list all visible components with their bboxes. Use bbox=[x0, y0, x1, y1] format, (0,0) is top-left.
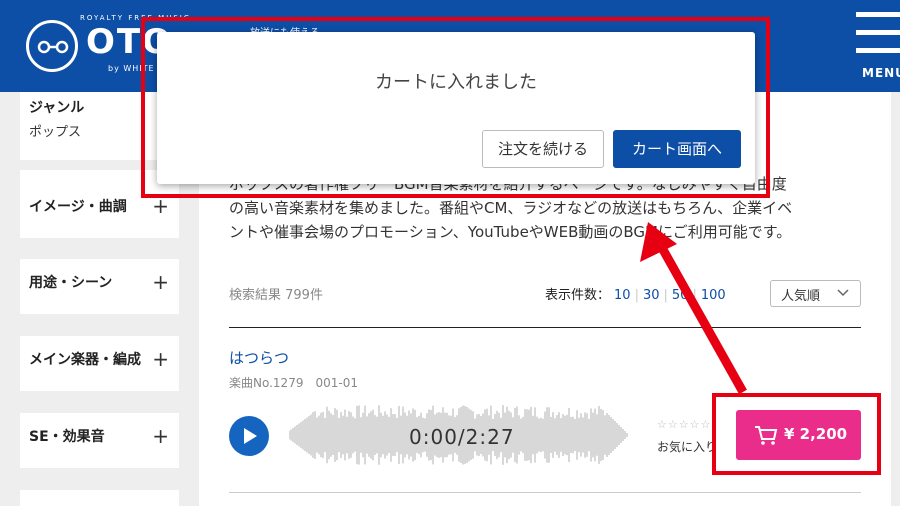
sidebar-item-usage[interactable]: 用途・シーン + bbox=[20, 259, 179, 314]
plus-icon: + bbox=[152, 347, 169, 371]
per-page-option-10[interactable]: 10 bbox=[614, 288, 631, 303]
track-divider bbox=[229, 492, 861, 493]
sidebar-item-instrument[interactable]: メイン楽器・編成 + bbox=[20, 336, 179, 391]
description-line: ントや催事会場のプロモーション、YouTubeやWEB動画のBGMにご利用可能で… bbox=[229, 223, 792, 241]
sidebar-item-value: ポップス bbox=[29, 125, 82, 140]
track-number: 楽曲No.1279 001-01 bbox=[229, 376, 358, 390]
plus-icon: + bbox=[152, 270, 169, 294]
sidebar-item-label: 用途・シーン bbox=[29, 275, 113, 291]
play-icon bbox=[244, 428, 257, 444]
sidebar-item-more[interactable] bbox=[20, 490, 179, 506]
per-page-selector: 表示件数： 10 | 30 | 50 | 100 bbox=[545, 284, 730, 303]
sort-select[interactable]: 人気順 bbox=[770, 280, 861, 307]
divider: | bbox=[692, 288, 697, 303]
hamburger-icon-bar bbox=[856, 30, 900, 35]
per-page-option-100[interactable]: 100 bbox=[701, 288, 726, 303]
logo-glasses-icon[interactable] bbox=[26, 20, 78, 72]
menu-button[interactable]: MENU bbox=[852, 12, 900, 82]
search-result-count: 検索結果 799件 bbox=[229, 288, 323, 303]
sidebar-item-label: ジャンル bbox=[29, 100, 85, 116]
sidebar-item-label: SE・効果音 bbox=[29, 429, 105, 445]
per-page-option-30[interactable]: 30 bbox=[643, 288, 660, 303]
menu-label: MENU bbox=[862, 66, 900, 80]
annotation-box-dialog bbox=[141, 17, 770, 198]
hamburger-icon bbox=[856, 12, 900, 17]
track-title[interactable]: はつらつ bbox=[229, 347, 289, 368]
favorite-link[interactable]: お気に入り bbox=[657, 438, 717, 455]
sort-value: 人気順 bbox=[781, 289, 821, 304]
divider: | bbox=[634, 288, 639, 303]
annotation-box-cart bbox=[712, 393, 881, 475]
per-page-option-50[interactable]: 50 bbox=[672, 288, 689, 303]
sidebar-item-label: イメージ・曲調 bbox=[29, 199, 127, 215]
divider: | bbox=[663, 288, 668, 303]
rating-stars[interactable]: ☆☆☆☆☆ bbox=[657, 418, 711, 431]
playback-time: 0:00/2:27 bbox=[409, 425, 515, 449]
glasses-icon bbox=[37, 40, 69, 54]
sidebar-item-se[interactable]: SE・効果音 + bbox=[20, 413, 179, 468]
sidebar-item-label: メイン楽器・編成 bbox=[29, 352, 141, 368]
per-page-label: 表示件数： bbox=[545, 288, 611, 303]
description-line: の高い音楽素材を集めました。番組やCM、ラジオなどの放送はもちろん、企業イベ bbox=[229, 199, 793, 217]
play-button[interactable] bbox=[229, 416, 269, 456]
plus-icon: + bbox=[152, 194, 169, 218]
results-divider bbox=[229, 327, 861, 328]
chevron-down-icon bbox=[836, 283, 850, 306]
plus-icon: + bbox=[152, 424, 169, 448]
hamburger-icon-bar bbox=[856, 48, 900, 53]
